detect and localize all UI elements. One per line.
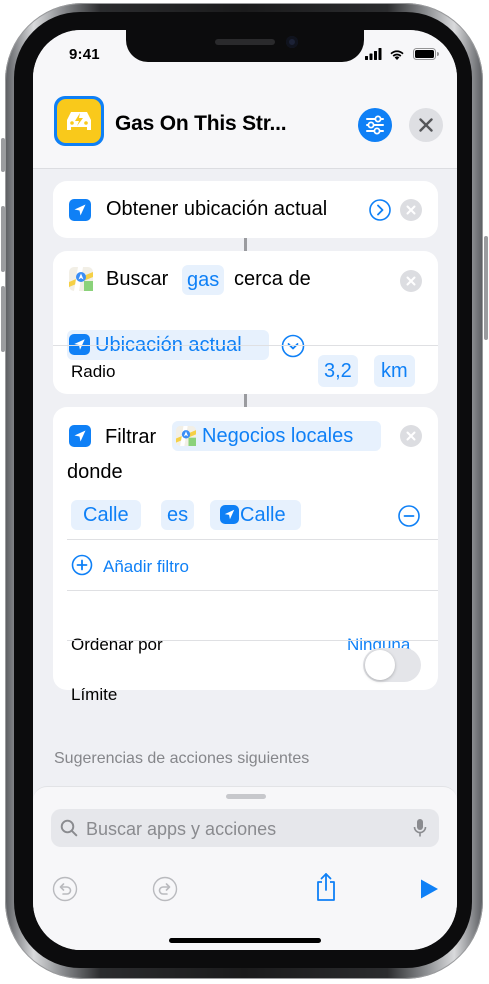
search-icon bbox=[60, 819, 78, 837]
remove-action-button[interactable] bbox=[400, 425, 422, 447]
shortcut-icon[interactable] bbox=[54, 96, 104, 146]
close-icon bbox=[419, 118, 433, 132]
wifi-icon bbox=[390, 50, 404, 60]
share-icon[interactable] bbox=[314, 871, 338, 903]
close-icon bbox=[406, 431, 416, 441]
condition-value-label: Calle bbox=[240, 504, 286, 526]
screen: 9:41 Gas On This Str... Obtener ubicació… bbox=[33, 30, 457, 950]
remove-action-button[interactable] bbox=[400, 199, 422, 221]
sort-label: Ordenar por bbox=[71, 635, 163, 654]
settings-button[interactable] bbox=[358, 108, 392, 142]
action-get-current-location[interactable]: Obtener ubicación actual bbox=[53, 181, 438, 238]
filter-input-token[interactable]: Negocios locales bbox=[172, 421, 381, 451]
close-icon bbox=[406, 205, 416, 215]
play-icon[interactable] bbox=[418, 878, 440, 900]
chevron-right-icon[interactable] bbox=[369, 199, 391, 221]
near-label: cerca de bbox=[234, 268, 311, 290]
search-input[interactable]: Buscar apps y acciones bbox=[86, 819, 276, 840]
remove-action-button[interactable] bbox=[400, 270, 422, 292]
limit-toggle[interactable] bbox=[363, 648, 421, 682]
status-time: 9:41 bbox=[69, 46, 100, 63]
status-icons bbox=[365, 48, 439, 60]
volume-up-button bbox=[1, 206, 5, 272]
shortcut-title[interactable]: Gas On This Str... bbox=[115, 112, 287, 136]
divider bbox=[67, 640, 438, 641]
actions-sheet: Buscar apps y acciones bbox=[33, 786, 457, 950]
speaker bbox=[215, 39, 275, 45]
home-indicator bbox=[169, 938, 321, 943]
action-label: Obtener ubicación actual bbox=[106, 198, 328, 220]
radius-value-token[interactable]: 3,2 bbox=[318, 355, 358, 387]
notch bbox=[126, 30, 364, 62]
location-arrow-icon bbox=[69, 199, 91, 221]
maps-icon bbox=[69, 267, 93, 291]
side-button bbox=[484, 236, 488, 340]
maps-icon bbox=[176, 426, 196, 446]
suggestions-header: Sugerencias de acciones siguientes bbox=[54, 750, 310, 767]
car-icon bbox=[67, 112, 91, 130]
battery-icon bbox=[413, 48, 439, 60]
radius-unit-token[interactable]: km bbox=[374, 355, 415, 387]
search-verb: Buscar bbox=[106, 268, 169, 290]
redo-icon[interactable] bbox=[152, 876, 178, 902]
sheet-grabber[interactable] bbox=[226, 794, 266, 799]
shortcut-icon-fill bbox=[57, 99, 101, 143]
condition-field-token[interactable]: Calle bbox=[71, 500, 141, 530]
location-arrow-icon bbox=[69, 425, 91, 447]
minus-circle-icon[interactable] bbox=[397, 504, 421, 528]
undo-icon[interactable] bbox=[52, 876, 78, 902]
condition-operator-token[interactable]: es bbox=[161, 500, 195, 530]
volume-down-button bbox=[1, 286, 5, 352]
location-arrow-icon bbox=[220, 505, 239, 524]
where-label: donde bbox=[67, 461, 123, 483]
limit-label: Límite bbox=[71, 685, 118, 704]
microphone-icon[interactable] bbox=[413, 818, 427, 839]
cellular-signal-icon bbox=[365, 48, 382, 60]
close-button[interactable] bbox=[409, 108, 443, 142]
add-filter-button[interactable]: Añadir filtro bbox=[71, 551, 271, 581]
divider bbox=[67, 539, 438, 540]
front-camera bbox=[286, 36, 298, 48]
filter-verb: Filtrar bbox=[105, 426, 157, 448]
radius-label: Radio bbox=[71, 362, 116, 381]
settings-sliders-icon bbox=[366, 115, 384, 135]
condition-value-token[interactable]: Calle bbox=[210, 500, 301, 530]
search-query-token[interactable]: gas bbox=[182, 265, 225, 295]
close-icon bbox=[406, 276, 416, 286]
chevron-down-icon[interactable] bbox=[281, 334, 305, 358]
divider bbox=[67, 590, 438, 591]
search-field[interactable]: Buscar apps y acciones bbox=[51, 809, 439, 847]
filter-input-label: Negocios locales bbox=[202, 425, 354, 447]
action-connector bbox=[244, 394, 247, 407]
divider bbox=[53, 345, 438, 346]
add-filter-label: Añadir filtro bbox=[103, 557, 189, 576]
action-connector bbox=[244, 238, 247, 251]
action-search-local-businesses[interactable]: Buscar gas cerca de Ubicación actual Rad… bbox=[53, 251, 438, 394]
plus-circle-icon bbox=[71, 554, 93, 576]
toggle-knob bbox=[365, 650, 395, 680]
silent-switch bbox=[1, 138, 5, 172]
